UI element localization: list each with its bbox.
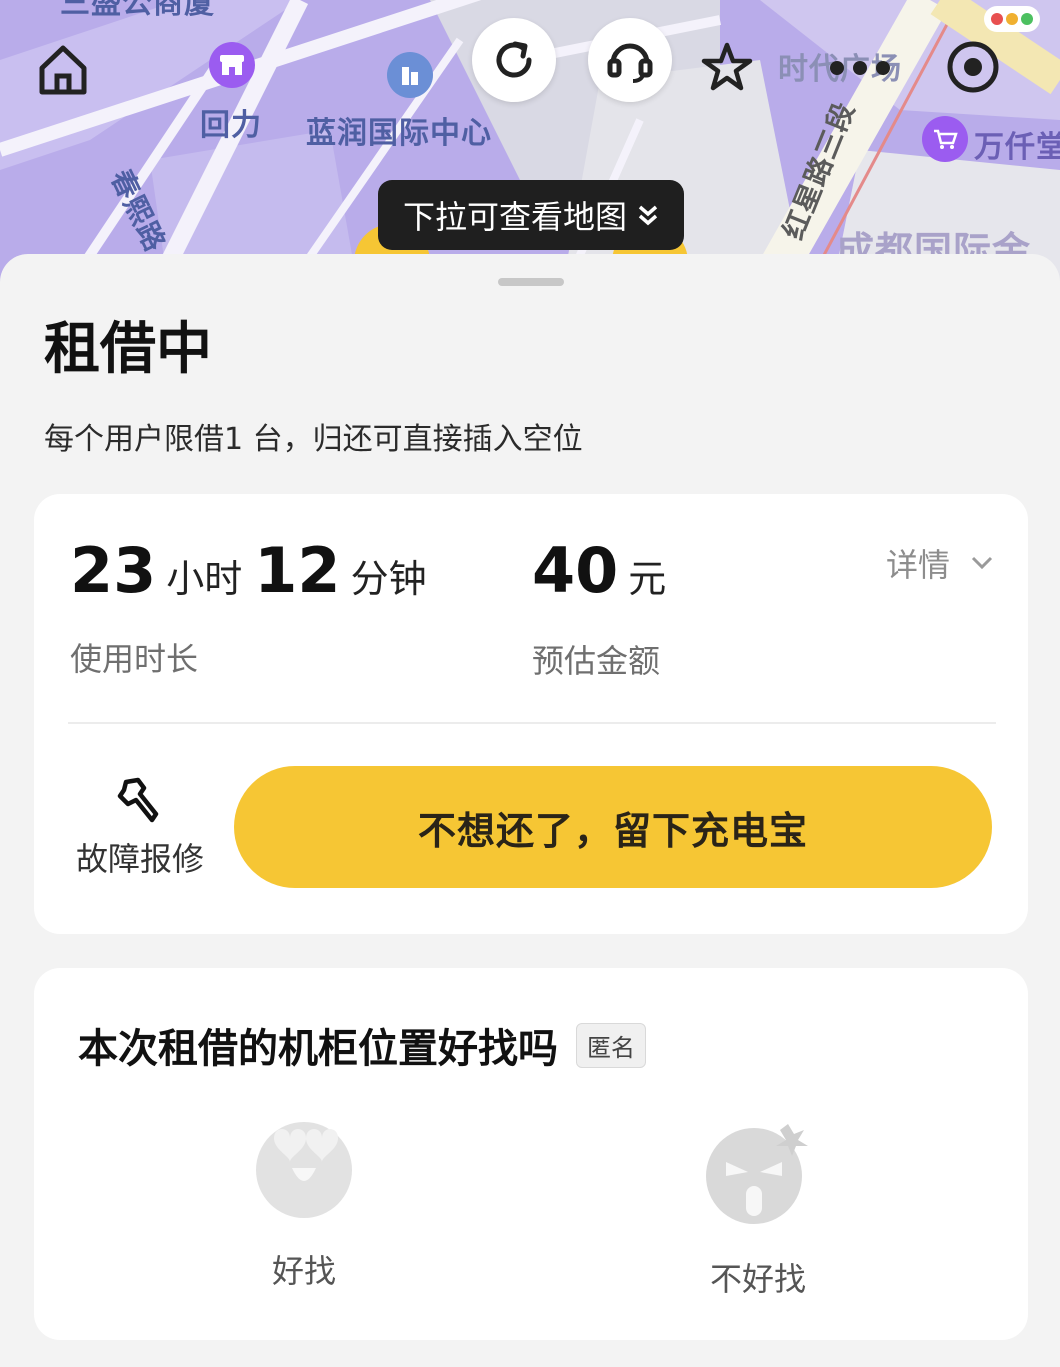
star-icon[interactable] — [700, 40, 754, 94]
wrench-icon — [117, 777, 159, 823]
home-icon[interactable] — [34, 40, 92, 98]
map-label-sanshen: 三盛公商厦 — [60, 0, 215, 21]
feedback-question-row: 本次租借的机柜位置好找吗 匿名 — [78, 1016, 646, 1074]
rental-status-title: 租借中 — [44, 317, 212, 382]
more-icon[interactable] — [830, 58, 890, 78]
angry-face-icon — [706, 1124, 808, 1224]
duration-hours: 23 — [70, 534, 157, 607]
detail-label: 详情 — [885, 546, 950, 584]
duration-minutes-unit: 分钟 — [350, 557, 427, 601]
refresh-icon — [496, 41, 532, 78]
duration-minutes: 12 — [254, 534, 341, 607]
amount-number: 40 — [532, 534, 619, 607]
repair-label: 故障报修 — [75, 840, 204, 878]
feedback-question: 本次租借的机柜位置好找吗 — [78, 1026, 558, 1072]
rental-sheet: 租借中 每个用户限借1 台，归还可直接插入空位 23 小时 12 分钟 使用时长… — [0, 254, 1060, 1367]
drag-handle[interactable] — [498, 278, 564, 286]
map-label-lanrun: 蓝润国际中心 — [306, 116, 492, 151]
anonymous-badge: 匿名 — [576, 1022, 646, 1068]
detail-toggle[interactable]: 详情 — [886, 540, 994, 586]
duration-hours-unit: 小时 — [166, 557, 243, 601]
rental-notice: 每个用户限借1 台，归还可直接插入空位 — [44, 422, 583, 457]
double-chevron-down-icon — [638, 205, 658, 226]
repair-report-button[interactable]: 故障报修 — [70, 776, 210, 880]
building-poi-icon[interactable] — [387, 52, 433, 98]
duration-value: 23 小时 12 分钟 — [70, 534, 439, 607]
map-label-wanqian: 万仟堂 — [974, 130, 1060, 165]
feedback-option-hard-label: 不好找 — [709, 1260, 806, 1298]
card-divider — [68, 722, 996, 724]
keep-power-bank-button[interactable]: 不想还了，留下充电宝 — [234, 766, 992, 888]
feedback-option-hard[interactable]: 不好找 — [648, 1116, 868, 1300]
customer-service-button[interactable] — [588, 18, 672, 102]
cart-poi-icon[interactable] — [922, 116, 968, 162]
shop-poi-icon[interactable] — [209, 42, 255, 88]
record-icon[interactable] — [944, 38, 1002, 96]
refresh-button[interactable] — [472, 18, 556, 102]
feedback-card: 本次租借的机柜位置好找吗 匿名 好找 不好找 — [34, 968, 1028, 1340]
rental-info-card: 23 小时 12 分钟 使用时长 40 元 预估金额 详情 故障报修 不想还了，… — [34, 494, 1028, 934]
feedback-option-easy-label: 好找 — [271, 1252, 336, 1290]
amount-value: 40 元 — [532, 534, 678, 607]
pull-hint-text: 下拉可查看地图 — [402, 198, 627, 236]
chevron-down-icon — [971, 556, 993, 570]
map-label-huili: 回力 — [200, 108, 262, 143]
pull-down-map-hint[interactable]: 下拉可查看地图 — [378, 180, 684, 250]
feedback-option-easy[interactable]: 好找 — [194, 1116, 414, 1292]
headset-icon — [607, 43, 653, 83]
amount-label: 预估金额 — [532, 642, 661, 680]
amount-unit: 元 — [628, 557, 667, 601]
duration-label: 使用时长 — [70, 640, 199, 678]
happy-face-icon — [256, 1122, 352, 1218]
